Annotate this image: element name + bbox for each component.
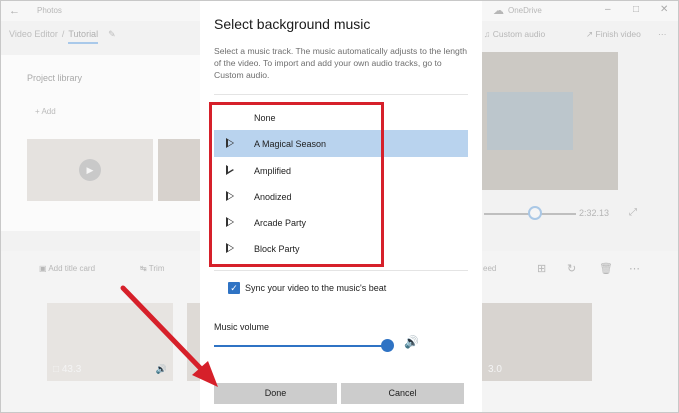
trim-button[interactable]: ↹ Trim	[140, 264, 164, 273]
sync-label: Sync your video to the music's beat	[245, 283, 387, 293]
speaker-icon[interactable]: 🔊	[404, 335, 419, 349]
trim-icon: ↹	[140, 264, 147, 273]
divider	[214, 94, 468, 95]
project-library-title: Project library	[27, 73, 83, 83]
window: ← Photos ☁ OneDrive – □ ✕ Video Editor / T…	[0, 0, 679, 413]
rotate-icon[interactable]: ↻	[567, 262, 576, 275]
back-arrow-icon[interactable]: ←	[9, 5, 20, 17]
clip-duration-value: 43.3	[61, 364, 82, 375]
app-title: Photos	[37, 6, 62, 15]
breadcrumb: Video Editor / Tutorial ✎	[9, 29, 116, 44]
minimize-icon[interactable]: –	[605, 4, 611, 15]
clip-duration: □ 43.3	[53, 364, 82, 375]
video-preview	[482, 52, 618, 190]
custom-audio-icon: ♫	[484, 29, 491, 39]
play-icon: ▶	[79, 159, 101, 181]
storyboard-more-icon[interactable]: ⋯	[629, 262, 640, 275]
storyboard-clip[interactable]	[187, 303, 201, 381]
add-title-card-button[interactable]: ▣ Add title card	[39, 264, 95, 273]
breadcrumb-separator: /	[61, 29, 65, 39]
export-icon: ↗	[586, 29, 594, 39]
storyboard-clip[interactable]: 3.0	[482, 303, 592, 381]
preview-frame	[487, 92, 573, 150]
dialog-title: Select background music	[214, 16, 371, 32]
add-label: Add	[41, 107, 56, 116]
playback-scrubber-thumb[interactable]	[528, 206, 542, 220]
cloud-icon: ☁	[493, 5, 504, 17]
delete-icon[interactable]: 🗑	[599, 262, 613, 275]
title-card-icon: ▣	[39, 264, 47, 273]
music-volume-slider[interactable]	[214, 345, 386, 347]
add-title-card-label: Add title card	[48, 264, 96, 273]
rename-pencil-icon[interactable]: ✎	[108, 29, 116, 39]
clip-duration: 3.0	[488, 364, 502, 375]
fullscreen-icon[interactable]: ⤢	[629, 207, 637, 218]
breadcrumb-video-editor[interactable]: Video Editor	[9, 29, 58, 39]
speed-label: eed	[483, 264, 497, 273]
speed-button[interactable]: eed	[483, 264, 496, 273]
trim-label: Trim	[148, 264, 165, 273]
dialog-description: Select a music track. The music automati…	[214, 46, 467, 80]
plus-icon: +	[35, 107, 40, 116]
music-volume-thumb[interactable]	[381, 339, 394, 352]
divider	[214, 270, 468, 271]
custom-audio-label: Custom audio	[492, 29, 546, 39]
add-media-button[interactable]: + Add	[35, 107, 56, 116]
breadcrumb-tutorial[interactable]: Tutorial	[68, 29, 99, 44]
close-icon[interactable]: ✕	[660, 4, 668, 15]
library-thumbnail[interactable]	[158, 139, 201, 201]
done-button[interactable]: Done	[214, 383, 337, 404]
clip-audio-icon[interactable]: 🔊	[156, 364, 167, 375]
music-volume-label: Music volume	[214, 322, 270, 332]
cancel-button[interactable]: Cancel	[341, 383, 464, 404]
custom-audio-button[interactable]: ♫ Custom audio	[484, 29, 545, 39]
finish-video-button[interactable]: ↗ Finish video	[586, 29, 641, 40]
maximize-icon[interactable]: □	[633, 4, 639, 15]
checkmark-icon[interactable]: ✓	[228, 282, 240, 294]
crop-icon[interactable]: ⊞	[537, 262, 546, 275]
storyboard-clip[interactable]: □ 43.3 🔊	[47, 303, 173, 381]
more-options-icon[interactable]: ⋯	[658, 29, 667, 40]
finish-video-label: Finish video	[595, 29, 641, 39]
project-library-panel: Project library + Add ▶	[1, 55, 201, 231]
highlight-box	[209, 102, 384, 267]
onedrive-label[interactable]: OneDrive	[508, 6, 542, 15]
library-thumbnail[interactable]: ▶	[27, 139, 153, 201]
playback-time: 2:32.13	[579, 208, 610, 218]
